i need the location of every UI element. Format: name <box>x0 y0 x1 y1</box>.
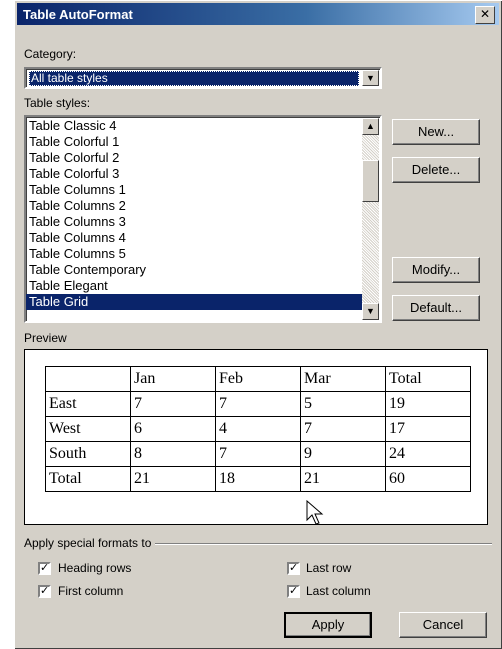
first-column-label: First column <box>58 584 124 598</box>
delete-button-label: Delete... <box>411 162 461 177</box>
mouse-pointer-icon <box>306 500 324 525</box>
preview-cell: 21 <box>130 466 216 492</box>
table-style-item[interactable]: Table Contemporary <box>26 262 362 278</box>
heading-rows-label: Heading rows <box>58 561 132 575</box>
new-button-label: New... <box>417 124 455 139</box>
scroll-up-button[interactable]: ▲ <box>362 118 379 135</box>
close-icon: ✕ <box>479 7 491 21</box>
table-autoformat-dialog: Table AutoFormat ✕ Category: All table s… <box>14 0 502 649</box>
table-styles-items: Table Classic 4 Table Colorful 1 Table Col… <box>26 117 362 310</box>
preview-cell: 4 <box>215 416 301 442</box>
category-combobox[interactable]: All table styles ▼ <box>24 67 382 89</box>
preview-row: East 7 7 5 19 <box>45 391 471 417</box>
table-style-item[interactable]: Table Classic 4 <box>26 118 362 134</box>
apply-button[interactable]: Apply <box>284 612 372 638</box>
table-styles-scrollbar[interactable]: ▲ ▼ <box>362 118 379 320</box>
check-icon: ✓ <box>40 585 50 597</box>
preview-cell: 9 <box>300 441 386 467</box>
preview-row: Total 21 18 21 60 <box>45 466 471 492</box>
preview-cell: 60 <box>385 466 471 492</box>
check-icon: ✓ <box>289 585 299 597</box>
preview-row: South 8 7 9 24 <box>45 441 471 467</box>
modify-button[interactable]: Modify... <box>392 257 480 283</box>
table-style-item[interactable]: Table Colorful 3 <box>26 166 362 182</box>
preview-row: Jan Feb Mar Total <box>45 366 471 392</box>
last-row-checkbox[interactable]: ✓ <box>287 562 300 575</box>
table-styles-label: Table styles: <box>24 96 91 110</box>
preview-cell: 7 <box>215 441 301 467</box>
category-value: All table styles <box>29 71 359 86</box>
preview-cell: Total <box>385 366 471 392</box>
table-style-item[interactable]: Table Columns 5 <box>26 246 362 262</box>
scroll-down-button[interactable]: ▼ <box>362 303 379 320</box>
preview-cell: 18 <box>215 466 301 492</box>
apply-button-label: Apply <box>311 617 345 632</box>
last-column-checkbox[interactable]: ✓ <box>287 585 300 598</box>
preview-cell: 17 <box>385 416 471 442</box>
chevron-down-icon: ▼ <box>366 306 375 316</box>
last-column-label: Last column <box>306 584 371 598</box>
modify-button-label: Modify... <box>411 262 461 277</box>
preview-cell: South <box>45 441 131 467</box>
preview-cell: 7 <box>215 391 301 417</box>
preview-cell: 21 <box>300 466 386 492</box>
close-button[interactable]: ✕ <box>475 6 495 24</box>
default-button[interactable]: Default... <box>392 295 480 321</box>
preview-cell: 6 <box>130 416 216 442</box>
chevron-up-icon: ▲ <box>366 121 375 131</box>
special-formats-label: Apply special formats to <box>24 536 156 550</box>
window-title: Table AutoFormat <box>23 7 133 22</box>
preview-pane: Jan Feb Mar Total East 7 7 5 19 West 6 4 7 17 South 8 7 9… <box>24 349 488 525</box>
table-style-item[interactable]: Table Columns 1 <box>26 182 362 198</box>
table-style-item[interactable]: Table Elegant <box>26 278 362 294</box>
table-style-item[interactable]: Table Colorful 1 <box>26 134 362 150</box>
preview-cell: 8 <box>130 441 216 467</box>
preview-cell: 5 <box>300 391 386 417</box>
preview-cell: 19 <box>385 391 471 417</box>
preview-cell: Jan <box>130 366 216 392</box>
first-column-checkbox[interactable]: ✓ <box>38 585 51 598</box>
preview-cell: Feb <box>215 366 301 392</box>
preview-cell: 24 <box>385 441 471 467</box>
cancel-button-label: Cancel <box>422 617 464 632</box>
preview-cell: 7 <box>130 391 216 417</box>
table-style-item[interactable]: Table Grid <box>26 294 362 310</box>
delete-button[interactable]: Delete... <box>392 157 480 183</box>
preview-cell: Total <box>45 466 131 492</box>
scroll-thumb[interactable] <box>362 160 379 202</box>
cancel-button[interactable]: Cancel <box>399 612 487 638</box>
preview-row: West 6 4 7 17 <box>45 416 471 442</box>
table-style-item[interactable]: Table Columns 4 <box>26 230 362 246</box>
category-label: Category: <box>24 47 77 61</box>
preview-cell: West <box>45 416 131 442</box>
chevron-down-icon: ▼ <box>366 73 375 83</box>
table-style-item[interactable]: Table Columns 2 <box>26 198 362 214</box>
preview-table: Jan Feb Mar Total East 7 7 5 19 West 6 4 7 17 South 8 7 9… <box>45 366 471 492</box>
title-bar[interactable]: Table AutoFormat ✕ <box>17 3 499 25</box>
table-styles-list[interactable]: Table Classic 4 Table Colorful 1 Table Col… <box>24 115 382 323</box>
heading-rows-checkbox[interactable]: ✓ <box>38 562 51 575</box>
preview-label: Preview <box>24 331 67 345</box>
check-icon: ✓ <box>289 562 299 574</box>
default-button-label: Default... <box>409 300 463 315</box>
category-dropdown-button[interactable]: ▼ <box>362 70 379 86</box>
preview-cell: East <box>45 391 131 417</box>
preview-cell: Mar <box>300 366 386 392</box>
preview-cell: 7 <box>300 416 386 442</box>
table-style-item[interactable]: Table Columns 3 <box>26 214 362 230</box>
new-button[interactable]: New... <box>392 119 480 145</box>
preview-cell <box>45 366 131 392</box>
check-icon: ✓ <box>40 562 50 574</box>
last-row-label: Last row <box>306 561 352 575</box>
table-style-item[interactable]: Table Colorful 2 <box>26 150 362 166</box>
